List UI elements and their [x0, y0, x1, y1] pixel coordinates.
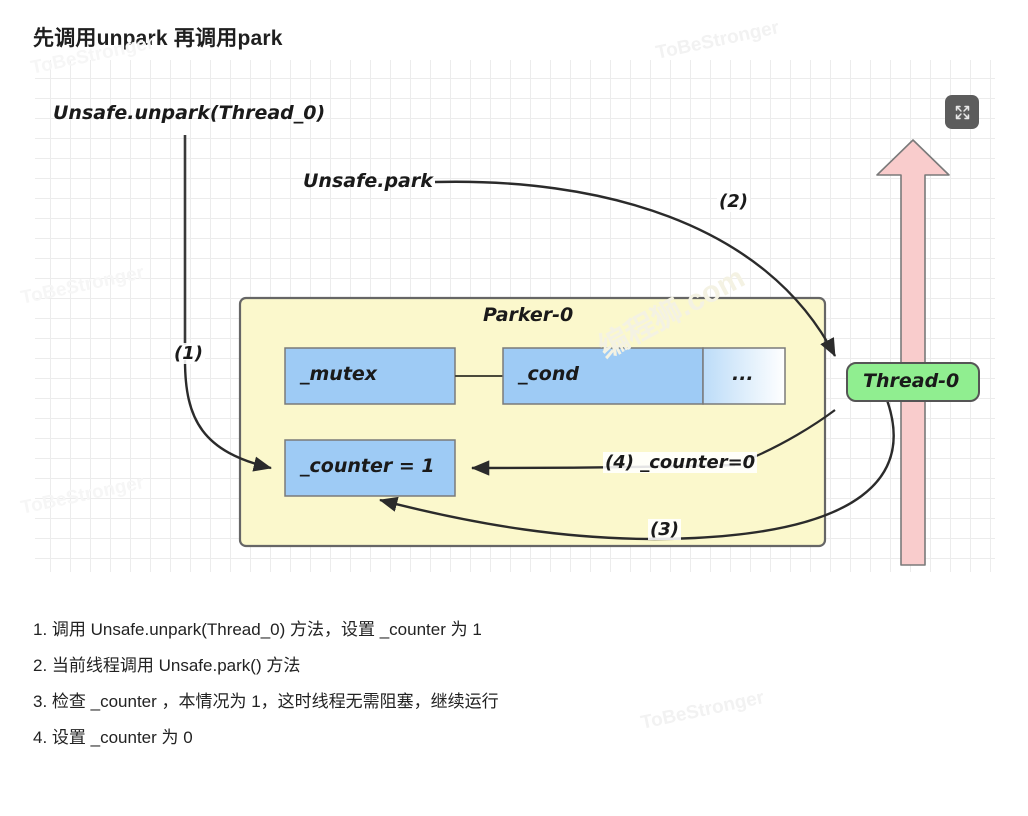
annotation-step-4: (4) _counter=0 — [603, 452, 758, 473]
diagram-canvas: 编程狮.com Unsafe.unpark(Thread_0) Unsafe.p… — [35, 60, 995, 572]
list-item: 4. 设置 _counter 为 0 — [33, 728, 193, 747]
park-call-label: Unsafe.park — [303, 170, 433, 192]
fullscreen-icon[interactable] — [945, 95, 979, 129]
page-title: 先调用unpark 再调用park — [33, 27, 283, 50]
cond-label: _cond — [518, 363, 579, 385]
expand-arrows-icon — [955, 105, 969, 119]
thread-box-label: Thread-0 — [863, 370, 960, 392]
mutex-label: _mutex — [300, 363, 378, 385]
annotation-step-1: (1) — [172, 343, 205, 364]
list-item: 2. 当前线程调用 Unsafe.park() 方法 — [33, 656, 301, 675]
annotation-step-3: (3) — [648, 519, 681, 540]
annotation-step-2: (2) — [717, 191, 750, 212]
steps-list: 1. 调用 Unsafe.unpark(Thread_0) 方法，设置 _cou… — [33, 612, 973, 756]
parker-container — [238, 296, 827, 548]
watermark: ToBeStronger — [654, 17, 781, 64]
counter-label: _counter = 1 — [300, 455, 435, 477]
parker-title: Parker-0 — [483, 304, 574, 326]
thread-timeline-arrow — [876, 139, 950, 566]
ellipsis-label: ... — [732, 363, 754, 385]
unpark-call-label: Unsafe.unpark(Thread_0) — [53, 102, 326, 124]
list-item: 3. 检查 _counter ，本情况为 1，这时线程无需阻塞，继续运行 — [33, 692, 499, 711]
list-item: 1. 调用 Unsafe.unpark(Thread_0) 方法，设置 _cou… — [33, 620, 482, 639]
